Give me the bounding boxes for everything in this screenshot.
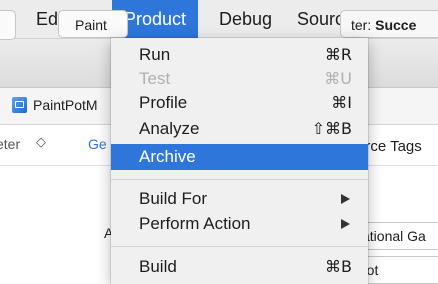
status-prefix: ter: xyxy=(351,17,376,33)
toolbar-button[interactable] xyxy=(0,10,16,40)
menu-item-label: Archive xyxy=(139,147,196,166)
status-value: Succe xyxy=(375,17,417,33)
scheme-selector[interactable]: Paint xyxy=(58,10,128,38)
menu-item-run[interactable]: Run ⌘R xyxy=(111,42,368,68)
menu-item-label: Profile xyxy=(139,93,188,112)
project-file-icon xyxy=(12,97,27,113)
menu-item-shortcut: ⌘R xyxy=(324,45,352,64)
submenu-arrow-icon xyxy=(341,194,350,204)
submenu-arrow-icon xyxy=(341,219,350,229)
project-breadcrumb[interactable]: PaintPotM xyxy=(33,97,98,113)
menu-item-label: Build xyxy=(139,257,177,276)
menu-item-label: Test xyxy=(139,69,171,88)
menu-item-analyze[interactable]: Analyze ⇧⌘B xyxy=(111,116,368,142)
activity-status: ter: Succe xyxy=(340,10,438,38)
menu-item-label: Build For xyxy=(139,189,208,208)
menu-item-label: Perform Action xyxy=(139,214,251,233)
menu-item-build-for[interactable]: Build For xyxy=(111,186,368,212)
menu-item-build[interactable]: Build ⌘B xyxy=(111,254,368,280)
menu-item-shortcut: ⌘I xyxy=(331,93,352,112)
menu-item-test: Test ⌘U xyxy=(111,66,368,92)
menu-item-label: Analyze xyxy=(139,119,200,138)
menu-debug[interactable]: Debug xyxy=(219,0,272,38)
menu-separator xyxy=(111,179,368,180)
product-menu: Run ⌘R Test ⌘U Profile ⌘I Analyze ⇧⌘B Ar… xyxy=(111,38,368,284)
menu-item-profile[interactable]: Profile ⌘I xyxy=(111,90,368,116)
tab-general[interactable]: Ge xyxy=(88,136,107,152)
menu-item-perform-action[interactable]: Perform Action xyxy=(111,211,368,237)
target-filter-label: eter xyxy=(0,136,21,152)
menu-item-archive[interactable]: Archive xyxy=(111,144,368,170)
menu-item-shortcut: ⇧⌘B xyxy=(311,119,352,138)
menu-item-shortcut: ⌘U xyxy=(324,69,352,88)
menu-separator xyxy=(111,246,368,247)
menu-item-label: Run xyxy=(139,45,171,64)
chevron-updown-icon[interactable]: ◇ xyxy=(36,134,46,150)
menu-item-shortcut: ⌘B xyxy=(325,257,352,276)
